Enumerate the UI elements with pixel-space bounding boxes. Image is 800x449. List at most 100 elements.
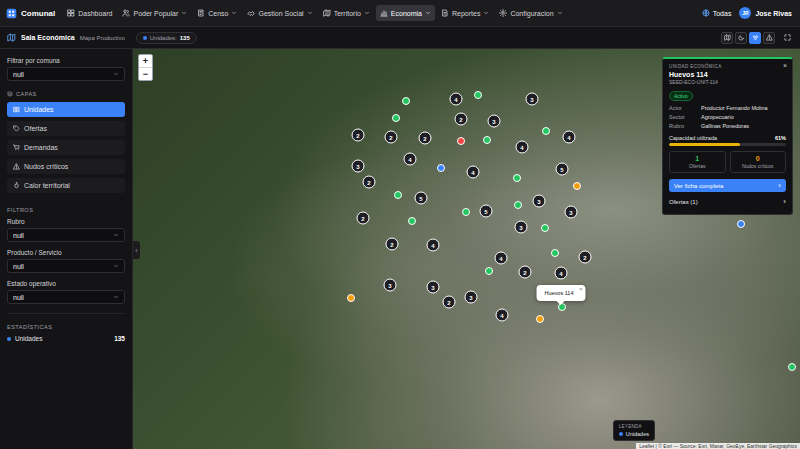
sidebar-toggle[interactable]: ‹	[133, 241, 140, 259]
layer-button[interactable]: Nudos críticos	[7, 159, 125, 174]
map-marker[interactable]	[514, 201, 522, 209]
map-marker[interactable]	[457, 137, 465, 145]
brand-name: Comunal	[21, 9, 55, 18]
marker-cluster[interactable]: 3	[526, 93, 539, 106]
marker-cluster[interactable]: 2	[455, 113, 468, 126]
nav-item[interactable]: Reportes	[437, 5, 493, 21]
nav-item[interactable]: Dashboard	[63, 5, 116, 21]
map[interactable]: +−‹4323222444345253532324242433234Huevos…	[133, 49, 800, 449]
map-marker[interactable]	[573, 182, 581, 190]
marker-cluster[interactable]: 4	[404, 153, 417, 166]
layer-label: Nudos críticos	[24, 163, 68, 170]
marker-cluster[interactable]: 3	[465, 291, 478, 304]
marker-cluster[interactable]: 5	[415, 192, 428, 205]
toolbar-button[interactable]	[763, 32, 775, 44]
zoom-button[interactable]: +	[139, 55, 152, 67]
marker-cluster[interactable]: 3	[515, 221, 528, 234]
filter-select[interactable]: null	[7, 259, 125, 273]
nav-item[interactable]: Territorio	[319, 5, 374, 21]
layer-button[interactable]: Unidades	[7, 102, 125, 117]
marker-cluster[interactable]: 4	[427, 239, 440, 252]
map-marker[interactable]	[788, 363, 796, 371]
marker-cluster[interactable]: 2	[579, 251, 592, 264]
map-marker[interactable]	[347, 294, 355, 302]
marker-cluster[interactable]: 4	[450, 93, 463, 106]
marker-cluster[interactable]: 2	[385, 131, 398, 144]
nav-label: Economia	[391, 10, 422, 17]
marker-cluster[interactable]: 4	[495, 252, 508, 265]
map-marker[interactable]	[485, 267, 493, 275]
stat-value: 1	[672, 155, 723, 162]
marker-cluster[interactable]: 2	[386, 238, 399, 251]
select-value: null	[13, 71, 24, 78]
marker-cluster[interactable]: 4	[467, 166, 480, 179]
marker-cluster[interactable]: 3	[565, 206, 578, 219]
filter-list: RubronullProducto / ServicionullEstado o…	[7, 218, 125, 304]
comuna-select[interactable]: null	[7, 67, 125, 81]
marker-cluster[interactable]: 2	[357, 212, 370, 225]
field-label: Actor	[669, 105, 701, 111]
map-marker[interactable]	[394, 191, 402, 199]
toolbar-button[interactable]	[721, 32, 733, 44]
toolbar-button[interactable]	[735, 32, 747, 44]
map-marker[interactable]	[542, 127, 550, 135]
brand[interactable]: Comunal	[6, 8, 55, 19]
marker-cluster[interactable]: 2	[352, 129, 365, 142]
map-marker[interactable]	[513, 174, 521, 182]
nav-item[interactable]: Gestion Social	[243, 5, 316, 21]
select-value: null	[13, 232, 24, 239]
marker-cluster[interactable]: 4	[516, 141, 529, 154]
user-menu[interactable]: JRJose Rivas	[739, 7, 792, 19]
offers-section[interactable]: Ofertas (1)›	[669, 195, 786, 209]
marker-cluster[interactable]: 5	[556, 163, 569, 176]
marker-cluster[interactable]: 2	[519, 266, 532, 279]
map-marker[interactable]	[408, 217, 416, 225]
toolbar-button[interactable]	[749, 32, 761, 44]
marker-cluster[interactable]: 4	[555, 267, 568, 280]
layer-button[interactable]: Demandas	[7, 140, 125, 155]
marker-cluster[interactable]: 2	[419, 132, 432, 145]
map-marker[interactable]	[737, 220, 745, 228]
marker-cluster[interactable]: 3	[384, 279, 397, 292]
map-marker[interactable]	[402, 97, 410, 105]
scope-selector[interactable]: Todas	[702, 9, 732, 17]
nav-item[interactable]: Configuracion	[495, 5, 566, 21]
marker-cluster[interactable]: 5	[480, 205, 493, 218]
close-button[interactable]: ×	[783, 62, 787, 69]
filter-select[interactable]: null	[7, 228, 125, 242]
nav-item[interactable]: Censo	[193, 5, 241, 21]
chevron-down-icon	[557, 10, 563, 16]
map-marker[interactable]	[483, 136, 491, 144]
popup-close-button[interactable]: ×	[579, 286, 583, 292]
filter-label: Estado operativo	[7, 280, 125, 287]
marker-cluster[interactable]: 4	[563, 131, 576, 144]
map-marker[interactable]	[462, 208, 470, 216]
view-details-button[interactable]: Ver ficha completa›	[669, 179, 786, 192]
zoom-button[interactable]: −	[139, 67, 152, 80]
map-attribution: Leaflet | © Esri — Source: Esri, Maxar, …	[636, 443, 800, 449]
chevron-down-icon	[181, 10, 187, 16]
marker-cluster[interactable]: 3	[533, 195, 546, 208]
map-marker[interactable]	[474, 91, 482, 99]
marker-cluster[interactable]: 2	[363, 176, 376, 189]
nav-label: Censo	[208, 10, 228, 17]
map-marker[interactable]	[437, 164, 445, 172]
toolbar-button[interactable]	[781, 32, 793, 44]
nav-label: Gestion Social	[258, 10, 303, 17]
layer-button[interactable]: Ofertas	[7, 121, 125, 136]
filter-select[interactable]: null	[7, 290, 125, 304]
map-marker[interactable]	[541, 224, 549, 232]
map-marker[interactable]	[551, 249, 559, 257]
field-value: Gallinas Ponedoras	[701, 123, 786, 129]
capacity-label: Capacidad utilizada	[669, 135, 717, 141]
marker-cluster[interactable]: 3	[427, 281, 440, 294]
marker-cluster[interactable]: 3	[352, 160, 365, 173]
nav-item[interactable]: Poder Popular	[118, 5, 191, 21]
layer-button[interactable]: Calor territorial	[7, 178, 125, 193]
marker-cluster[interactable]: 2	[443, 296, 456, 309]
nav-item[interactable]: Economia	[376, 5, 435, 21]
map-marker[interactable]	[392, 114, 400, 122]
map-marker[interactable]	[536, 315, 544, 323]
marker-cluster[interactable]: 3	[488, 115, 501, 128]
marker-cluster[interactable]: 4	[496, 309, 509, 322]
